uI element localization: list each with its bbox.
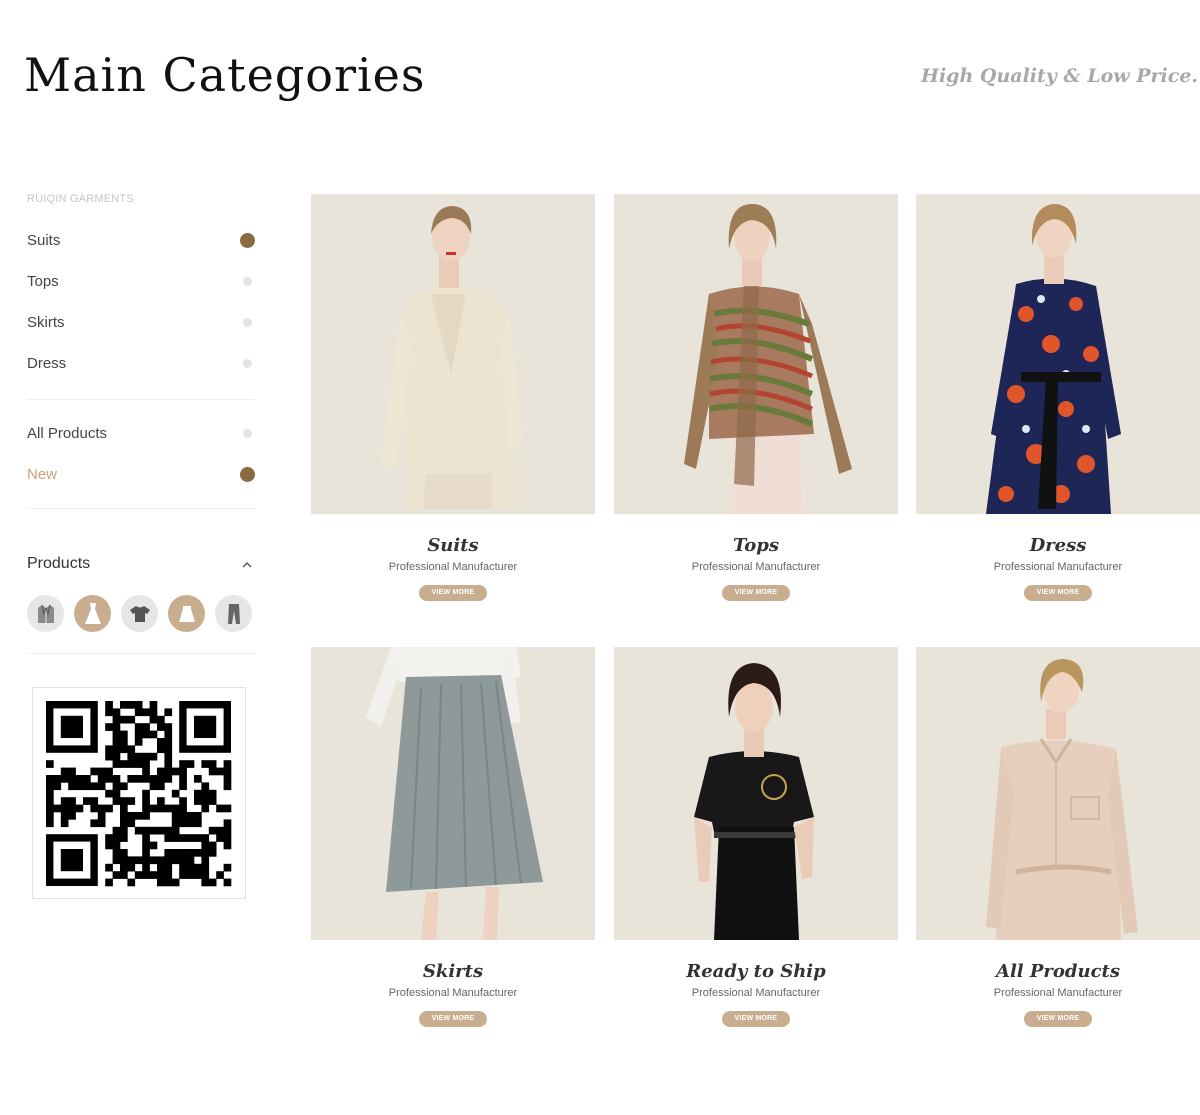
- brand-label: RUIQIN GARMENTS: [27, 193, 134, 205]
- sidebar-item-label: Dress: [27, 355, 67, 372]
- page-title: Main Categories: [24, 48, 426, 102]
- active-dot-icon: [240, 233, 255, 248]
- card-title: All Products: [995, 961, 1120, 982]
- tops-photo[interactable]: [614, 194, 898, 514]
- card-title: Ready to Ship: [686, 961, 826, 982]
- secondary-list: All Products New: [27, 413, 255, 495]
- dress-icon[interactable]: [74, 595, 111, 632]
- ready-to-ship-photo[interactable]: [614, 647, 898, 940]
- products-toggle[interactable]: Products: [27, 549, 255, 579]
- divider: [27, 653, 255, 654]
- dress-photo[interactable]: [916, 194, 1200, 514]
- category-list: Suits Tops Skirts Dress: [27, 220, 255, 384]
- sidebar-item-label: All Products: [27, 425, 108, 442]
- category-card-dress[interactable]: Dress Professional Manufacturer VIEW MOR…: [916, 194, 1200, 601]
- dot-icon: [243, 277, 252, 286]
- view-more-button[interactable]: VIEW MORE: [419, 1011, 487, 1027]
- category-card-suits[interactable]: Suits Professional Manufacturer VIEW MOR…: [311, 194, 595, 601]
- view-more-button[interactable]: VIEW MORE: [722, 585, 790, 601]
- sidebar-item-label: Suits: [27, 232, 61, 249]
- category-sidebar: RUIQIN GARMENTS Suits Tops Skirts Dress …: [27, 190, 255, 654]
- product-icon-row: [27, 595, 255, 632]
- dot-icon: [243, 359, 252, 368]
- divider: [27, 399, 255, 400]
- chevron-up-icon: [242, 557, 252, 571]
- skirts-photo[interactable]: [311, 647, 595, 940]
- suits-photo[interactable]: [311, 194, 595, 514]
- dot-icon: [243, 318, 252, 327]
- category-card-ready-to-ship[interactable]: Ready to Ship Professional Manufacturer …: [614, 647, 898, 1027]
- card-title: Dress: [1029, 535, 1087, 556]
- active-dot-icon: [240, 467, 255, 482]
- card-title: Tops: [732, 535, 780, 556]
- card-subtitle: Professional Manufacturer: [993, 561, 1123, 573]
- dot-icon: [243, 429, 252, 438]
- category-card-all-products[interactable]: All Products Professional Manufacturer V…: [916, 647, 1200, 1027]
- sidebar-item-skirts[interactable]: Skirts: [27, 302, 255, 343]
- sidebar-item-suits[interactable]: Suits: [27, 220, 255, 261]
- card-subtitle: Professional Manufacturer: [388, 561, 518, 573]
- qr-code: [32, 687, 246, 899]
- view-more-button[interactable]: VIEW MORE: [1024, 1011, 1092, 1027]
- card-subtitle: Professional Manufacturer: [388, 987, 518, 999]
- products-heading: Products: [27, 555, 91, 572]
- sidebar-item-tops[interactable]: Tops: [27, 261, 255, 302]
- card-subtitle: Professional Manufacturer: [691, 987, 821, 999]
- sidebar-item-label: Tops: [27, 273, 59, 290]
- sidebar-item-dress[interactable]: Dress: [27, 343, 255, 384]
- sidebar-item-label: Skirts: [27, 314, 65, 331]
- view-more-button[interactable]: VIEW MORE: [722, 1011, 790, 1027]
- trousers-icon[interactable]: [215, 595, 252, 632]
- sidebar-item-all-products[interactable]: All Products: [27, 413, 255, 454]
- card-subtitle: Professional Manufacturer: [691, 561, 821, 573]
- category-card-skirts[interactable]: Skirts Professional Manufacturer VIEW MO…: [311, 647, 595, 1027]
- view-more-button[interactable]: VIEW MORE: [419, 585, 487, 601]
- card-title: Suits: [427, 535, 479, 556]
- sidebar-item-label: New: [27, 466, 58, 483]
- tshirt-icon[interactable]: [121, 595, 158, 632]
- all-products-photo[interactable]: [916, 647, 1200, 940]
- jacket-icon[interactable]: [27, 595, 64, 632]
- tagline: High Quality & Low Price.: [921, 65, 1198, 87]
- card-subtitle: Professional Manufacturer: [993, 987, 1123, 999]
- card-title: Skirts: [422, 961, 484, 982]
- divider: [27, 508, 255, 509]
- view-more-button[interactable]: VIEW MORE: [1024, 585, 1092, 601]
- skirt-icon[interactable]: [168, 595, 205, 632]
- category-card-tops[interactable]: Tops Professional Manufacturer VIEW MORE: [614, 194, 898, 601]
- sidebar-item-new[interactable]: New: [27, 454, 255, 495]
